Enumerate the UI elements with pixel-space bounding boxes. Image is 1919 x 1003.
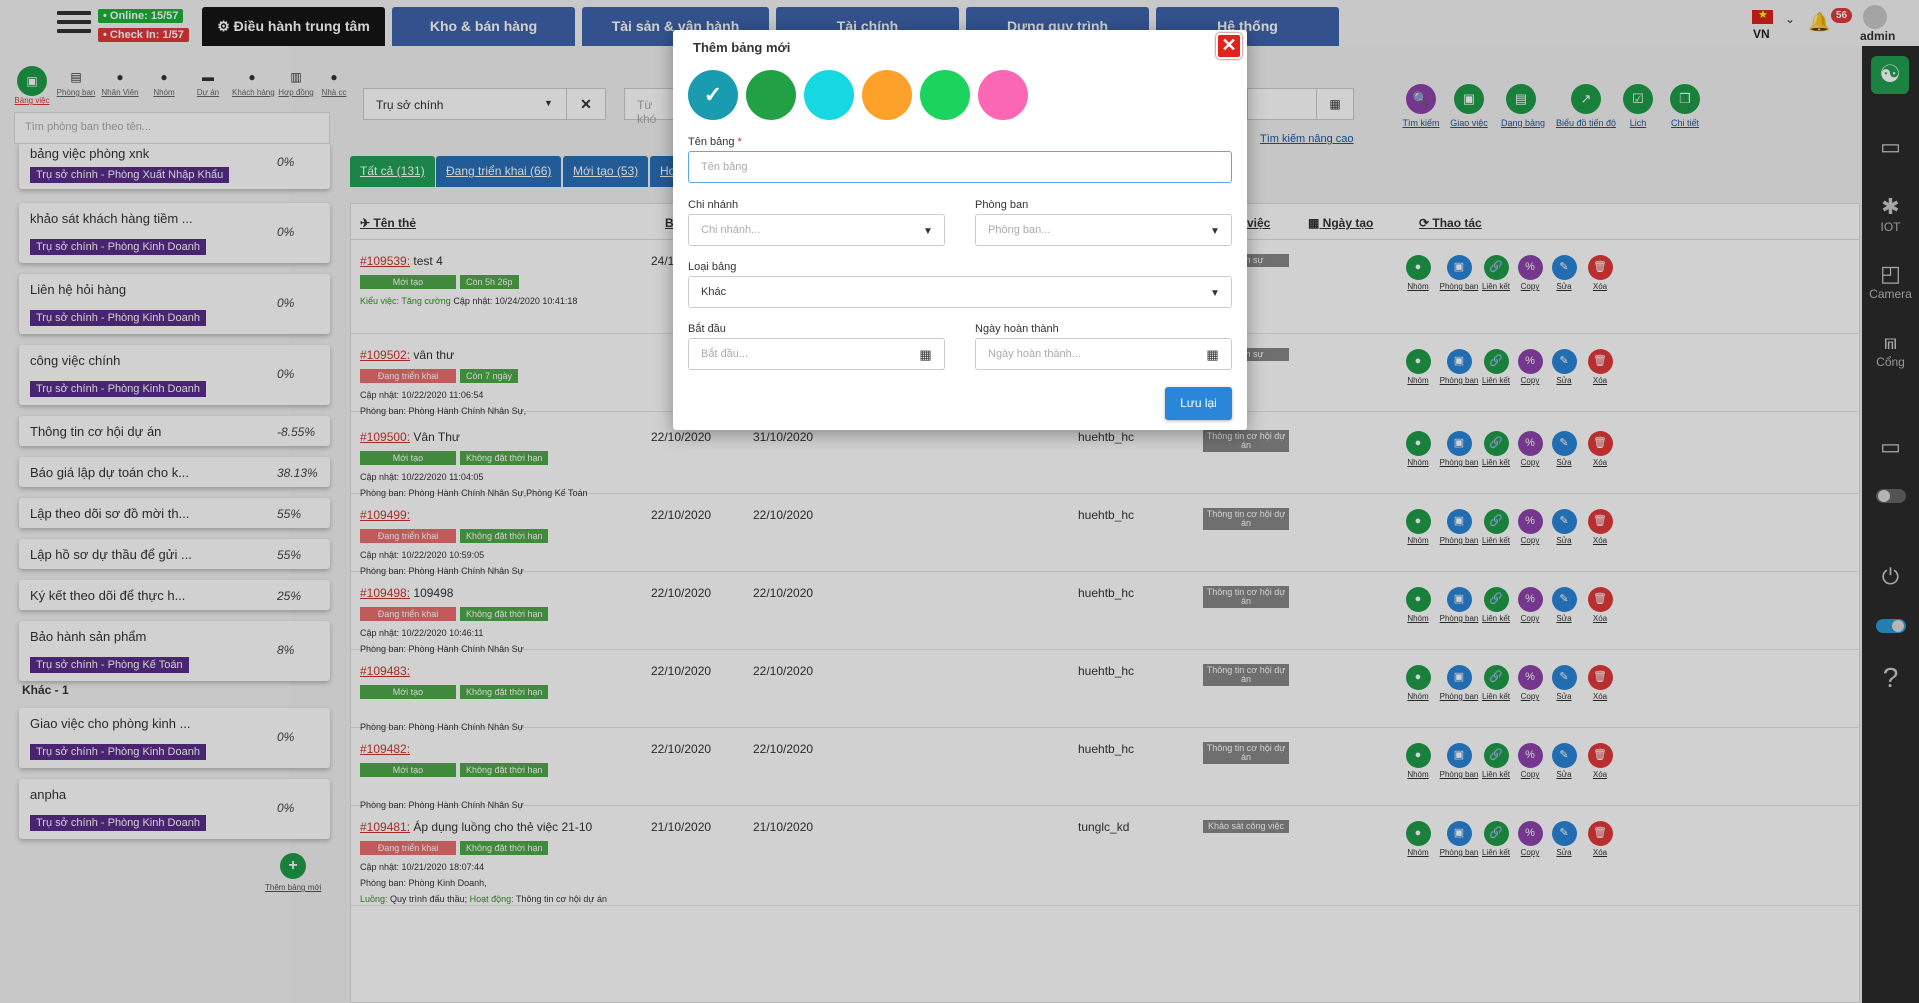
branch-label: Chi nhánh <box>688 199 739 211</box>
branch-select[interactable]: Chi nhánh... <box>688 214 945 246</box>
caret-down-icon: ▼ <box>1210 226 1220 237</box>
calendar-icon[interactable]: ▦ <box>1194 338 1232 370</box>
department-label: Phòng ban <box>975 199 1029 211</box>
color-swatch-selected[interactable]: ✓ <box>688 70 738 120</box>
close-icon[interactable]: ✕ <box>1216 33 1242 59</box>
save-button[interactable]: Lưu lại <box>1165 387 1232 420</box>
app: • Online: 15/57 • Check In: 1/57 ⚙ Điều … <box>0 0 1919 1003</box>
end-label: Ngày hoàn thành <box>975 323 1059 335</box>
color-swatch[interactable] <box>978 70 1028 120</box>
color-swatch[interactable] <box>746 70 796 120</box>
modal-title: Thêm bảng mới <box>693 40 791 55</box>
start-label: Bắt đầu <box>688 323 726 335</box>
color-swatch[interactable] <box>804 70 854 120</box>
color-swatch[interactable] <box>862 70 912 120</box>
add-board-modal: Thêm bảng mới ✕ ✓ Tên bảng * Tên bảng Ch… <box>673 30 1247 430</box>
name-label: Tên bảng * <box>688 136 742 148</box>
color-swatch[interactable] <box>920 70 970 120</box>
caret-down-icon: ▼ <box>923 226 933 237</box>
board-name-input[interactable]: Tên bảng <box>688 151 1232 183</box>
start-date-input[interactable]: Bắt đầu... <box>688 338 908 370</box>
end-date-input[interactable]: Ngày hoàn thành... <box>975 338 1195 370</box>
board-type-select[interactable]: Khác <box>688 276 1232 308</box>
caret-down-icon: ▼ <box>1210 288 1220 299</box>
type-label: Loại bảng <box>688 261 737 273</box>
department-select[interactable]: Phòng ban... <box>975 214 1232 246</box>
calendar-icon[interactable]: ▦ <box>907 338 945 370</box>
